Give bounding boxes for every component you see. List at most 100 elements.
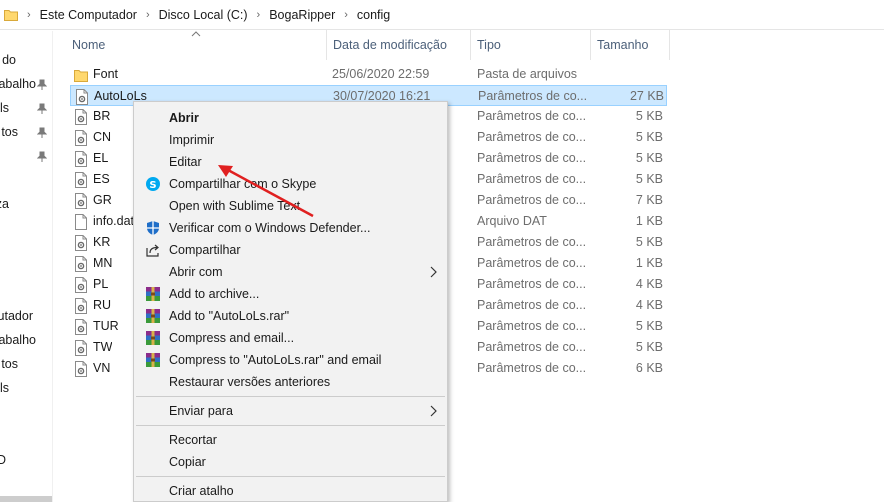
file-name: RU <box>93 298 112 312</box>
menu-item-compress-to-autolols-rar-and-email[interactable]: Compress to "AutoLoLs.rar" and email <box>136 349 445 371</box>
column-header-size[interactable]: Tamanho <box>591 30 670 60</box>
config-file-icon <box>75 89 89 105</box>
chevron-right-icon[interactable]: › <box>344 9 348 21</box>
svg-text:S: S <box>149 180 156 191</box>
column-header-date[interactable]: Data de modificação <box>327 30 471 60</box>
file-row[interactable]: Font 25/06/2020 22:59 Pasta de arquivos <box>70 64 667 85</box>
file-type: Parâmetros de co... <box>477 319 587 333</box>
menu-item-add-to-archive[interactable]: Add to archive... <box>136 283 445 305</box>
menu-item-label: Verificar com o Windows Defender... <box>169 221 371 235</box>
winrar-icon <box>145 286 161 302</box>
menu-item-compartilhar[interactable]: Compartilhar <box>136 239 445 261</box>
config-file-icon <box>74 319 88 335</box>
config-file-icon <box>74 361 88 377</box>
file-size: 7 KB <box>635 193 663 207</box>
config-file-icon <box>74 256 88 272</box>
menu-item-open-with-sublime-text[interactable]: Open with Sublime Text <box>136 195 445 217</box>
menu-item-label: Abrir <box>169 111 199 125</box>
menu-item-compartilhar-com-o-skype[interactable]: S Compartilhar com o Skype <box>136 173 445 195</box>
nav-item[interactable]: za <box>0 194 9 214</box>
menu-item-abrir-com[interactable]: Abrir com <box>136 261 445 283</box>
column-header-name[interactable]: Nome <box>66 30 327 60</box>
menu-item-label: Enviar para <box>169 404 233 418</box>
file-size: 5 KB <box>635 109 663 123</box>
skype-icon: S <box>145 176 161 192</box>
file-name: TUR <box>93 319 119 333</box>
file-name: KR <box>93 235 111 249</box>
file-type: Parâmetros de co... <box>477 277 587 291</box>
menu-item-restaurar-vers-es-anteriores[interactable]: Restaurar versões anteriores <box>136 371 445 393</box>
file-icon <box>74 214 88 230</box>
menu-item-recortar[interactable]: Recortar <box>136 429 445 451</box>
menu-item-add-to-autolols-rar[interactable]: Add to "AutoLoLs.rar" <box>136 305 445 327</box>
breadcrumb-this-pc[interactable]: Este Computador <box>40 8 137 22</box>
menu-item-verificar-com-o-windows-defender[interactable]: Verificar com o Windows Defender... <box>136 217 445 239</box>
winrar-icon <box>145 308 161 324</box>
file-type: Parâmetros de co... <box>477 193 587 207</box>
file-size: 5 KB <box>635 172 663 186</box>
menu-separator <box>136 476 445 477</box>
file-date: 25/06/2020 22:59 <box>332 67 430 81</box>
file-type: Parâmetros de co... <box>477 130 587 144</box>
breadcrumb-bogaripper[interactable]: BogaRipper <box>269 8 335 22</box>
file-size: 27 KB <box>629 89 664 103</box>
folder-icon <box>4 9 18 21</box>
file-type: Parâmetros de co... <box>477 298 587 312</box>
horizontal-scrollbar[interactable] <box>0 496 52 502</box>
context-menu: Abrir Imprimir Editar S Compartilhar com o S… <box>133 101 448 502</box>
nav-item-label: D <box>0 450 6 470</box>
file-name: BR <box>93 109 111 123</box>
file-type: Parâmetros de co... <box>477 235 587 249</box>
nav-item[interactable]: abalho <box>0 330 36 350</box>
address-bar[interactable]: › Este Computador › Disco Local (C:) › B… <box>0 0 884 30</box>
nav-item[interactable]: D <box>0 450 6 470</box>
chevron-right-icon <box>430 266 437 278</box>
menu-item-enviar-para[interactable]: Enviar para <box>136 400 445 422</box>
nav-item-label: tos <box>1 125 18 139</box>
file-size: 4 KB <box>635 298 663 312</box>
menu-item-copiar[interactable]: Copiar <box>136 451 445 473</box>
pin-icon[interactable] <box>37 79 47 91</box>
menu-item-imprimir[interactable]: Imprimir <box>136 129 445 151</box>
menu-item-label: Imprimir <box>169 133 215 147</box>
file-size: 5 KB <box>635 235 663 249</box>
file-type: Parâmetros de co... <box>477 361 587 375</box>
pin-icon[interactable] <box>37 103 47 115</box>
breadcrumb-config[interactable]: config <box>357 8 390 22</box>
nav-item[interactable] <box>0 146 5 166</box>
file-name: Font <box>93 67 119 81</box>
file-name: EL <box>93 151 109 165</box>
file-type: Parâmetros de co... <box>477 172 587 186</box>
file-size: 1 KB <box>635 256 663 270</box>
nav-item[interactable]: ls <box>0 98 9 118</box>
nav-item-label: tos <box>1 357 18 371</box>
file-size: 5 KB <box>635 130 663 144</box>
column-header-type[interactable]: Tipo <box>471 30 591 60</box>
nav-item[interactable]: ls <box>0 378 9 398</box>
menu-item-label: Compartilhar <box>169 243 241 257</box>
menu-separator <box>136 396 445 397</box>
file-name: GR <box>93 193 112 207</box>
menu-item-editar[interactable]: Editar <box>136 151 445 173</box>
defender-shield-icon <box>145 220 161 236</box>
menu-item-compress-and-email[interactable]: Compress and email... <box>136 327 445 349</box>
chevron-right-icon: › <box>27 8 31 21</box>
nav-item[interactable]: utador <box>0 306 33 326</box>
navigation-pane[interactable]: do abalho ls tos za utador abalho tos ls… <box>0 31 53 502</box>
column-header-row: Nome Data de modificação Tipo Tamanho <box>0 30 884 60</box>
menu-item-criar-atalho[interactable]: Criar atalho <box>136 480 445 502</box>
chevron-right-icon[interactable]: › <box>257 9 261 21</box>
nav-item[interactable]: abalho <box>0 74 36 94</box>
breadcrumb-local-disk[interactable]: Disco Local (C:) <box>159 8 248 22</box>
file-size: 6 KB <box>635 361 663 375</box>
nav-item[interactable]: tos <box>0 122 18 142</box>
menu-item-label: Compress to "AutoLoLs.rar" and email <box>169 353 382 367</box>
pin-icon[interactable] <box>37 127 47 139</box>
menu-item-abrir[interactable]: Abrir <box>136 107 445 129</box>
nav-item[interactable]: tos <box>0 354 18 374</box>
chevron-right-icon[interactable]: › <box>146 9 150 21</box>
config-file-icon <box>74 277 88 293</box>
pin-icon[interactable] <box>37 151 47 163</box>
file-size: 4 KB <box>635 277 663 291</box>
menu-item-label: Copiar <box>169 455 206 469</box>
